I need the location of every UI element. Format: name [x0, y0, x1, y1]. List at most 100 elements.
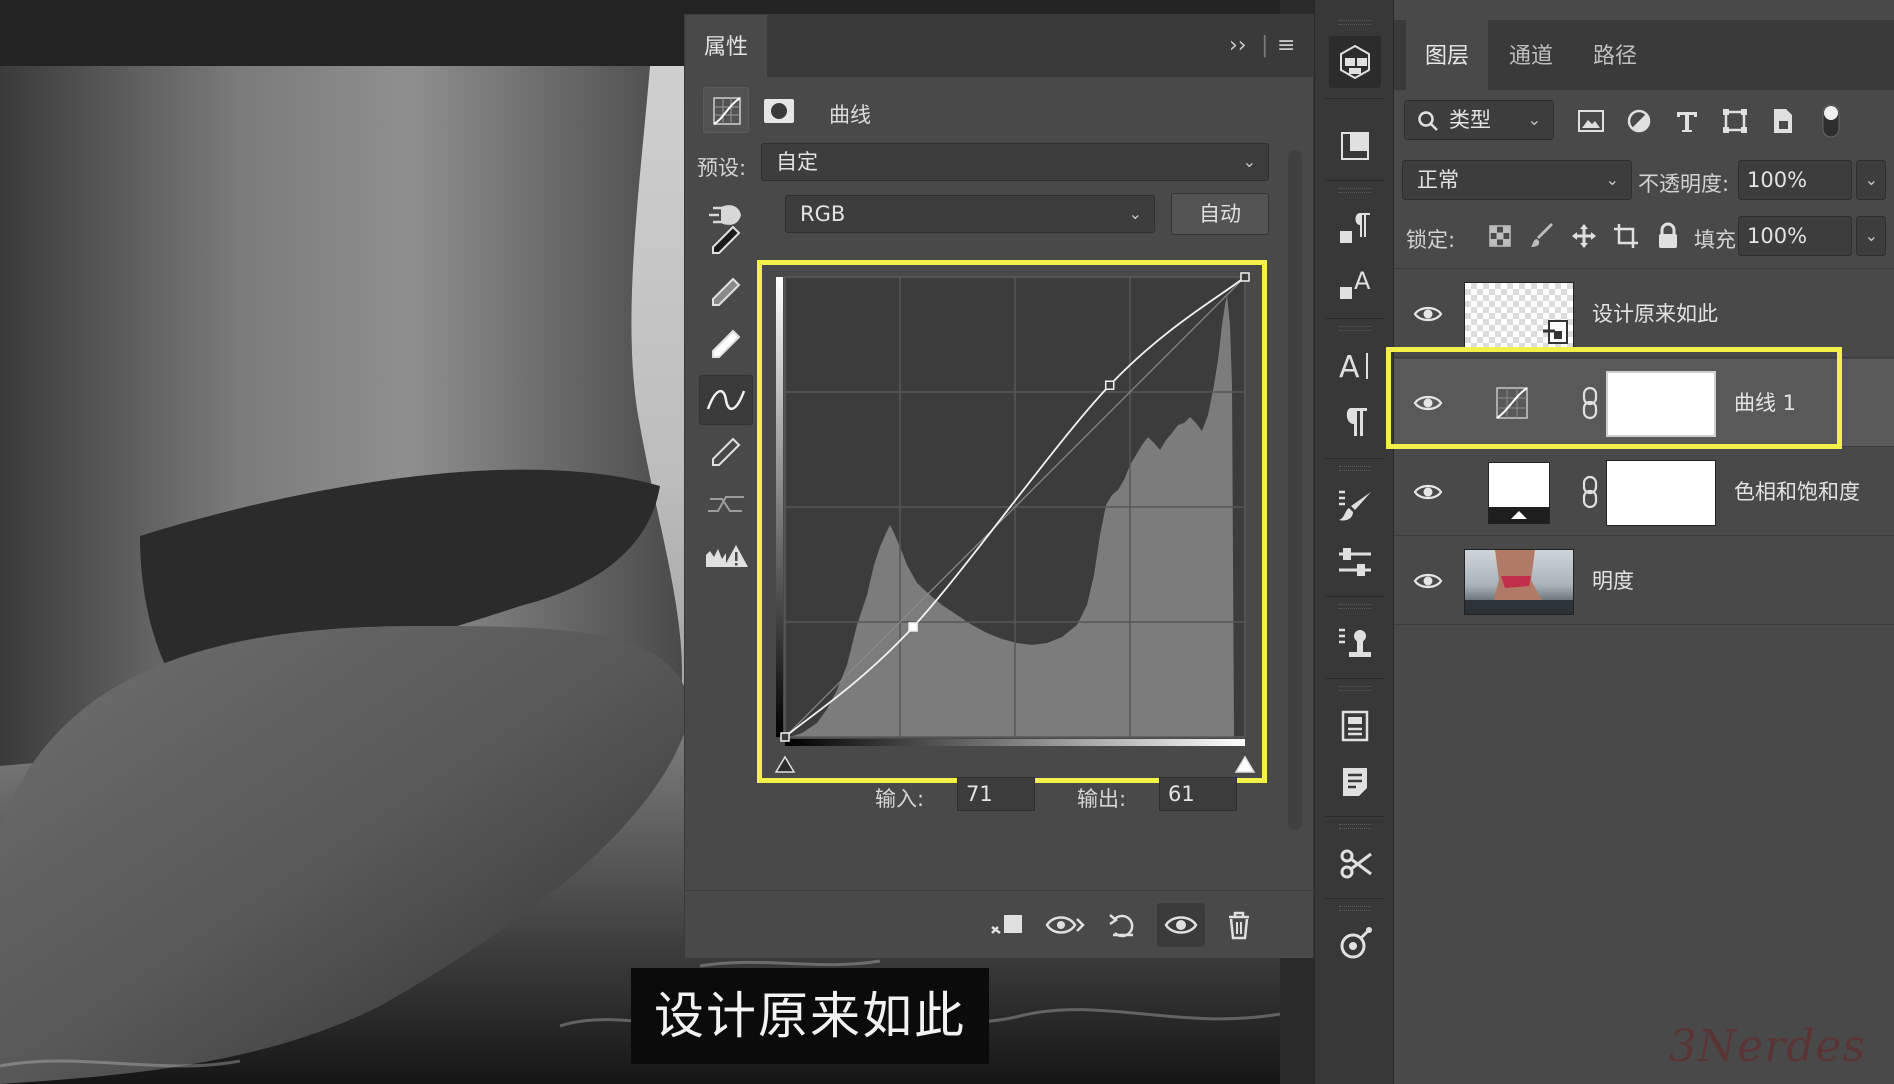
notes-icon[interactable]	[1329, 756, 1381, 808]
paragraph-panel-icon[interactable]	[1329, 396, 1381, 448]
dock-grip[interactable]	[1339, 686, 1371, 691]
3d-panel-icon[interactable]	[1329, 36, 1381, 88]
collapse-panel-button[interactable]: ››	[1229, 33, 1247, 58]
output-gradient-bar	[776, 277, 783, 737]
paths-component-icon[interactable]	[1329, 918, 1381, 970]
curve-control-point[interactable]	[908, 622, 918, 632]
output-field[interactable]: 61	[1159, 777, 1237, 811]
paragraph-style-icon[interactable]	[1329, 202, 1381, 254]
input-field[interactable]: 71	[957, 777, 1035, 811]
curve-point-tool-icon[interactable]	[699, 375, 753, 425]
filter-type-icon[interactable]	[1668, 100, 1706, 142]
character-style-icon[interactable]: A	[1329, 258, 1381, 310]
curve-control-point[interactable]	[780, 732, 790, 742]
chevron-down-icon: ⌄	[1864, 226, 1878, 245]
toggle-visibility-icon[interactable]	[1157, 903, 1205, 947]
opacity-field[interactable]: 100%	[1738, 160, 1852, 200]
view-previous-state-icon[interactable]	[1041, 903, 1089, 947]
link-chain-icon[interactable]	[1578, 474, 1602, 510]
filter-smart-object-icon[interactable]	[1764, 100, 1802, 142]
curve-control-point[interactable]	[1104, 380, 1115, 390]
eye-icon[interactable]	[1410, 296, 1446, 332]
panel-menu-button[interactable]: ≡	[1277, 33, 1295, 58]
opacity-dropdown[interactable]: ⌄	[1856, 160, 1886, 200]
output-label: 输出:	[1077, 787, 1127, 811]
layer-mask-icon[interactable]	[755, 87, 801, 133]
layer-name: 明度	[1592, 569, 1634, 593]
curve-control-point[interactable]	[1240, 272, 1250, 282]
dock-grip[interactable]	[1339, 466, 1371, 471]
fill-dropdown[interactable]: ⌄	[1856, 216, 1886, 256]
layer-filter-row: 类型 ⌄	[1394, 100, 1894, 144]
fill-field[interactable]: 100%	[1738, 216, 1852, 256]
clip-to-layer-icon[interactable]	[983, 903, 1031, 947]
tool-presets-icon[interactable]	[1329, 838, 1381, 890]
input-gradient-bar	[785, 739, 1245, 746]
layer-mask-thumbnail[interactable]	[1606, 460, 1716, 526]
pencil-draw-icon[interactable]	[699, 427, 753, 477]
lock-artboard-icon[interactable]	[1608, 216, 1644, 256]
auto-button[interactable]: 自动	[1171, 193, 1269, 235]
preset-label: 预设:	[697, 156, 747, 180]
tab-paths[interactable]: 路径	[1574, 20, 1656, 90]
black-point-eyedropper-icon[interactable]	[699, 215, 753, 265]
clipping-warning-icon[interactable]	[699, 531, 753, 581]
smooth-curve-icon[interactable]	[699, 479, 753, 529]
delete-icon[interactable]	[1215, 903, 1263, 947]
reset-icon[interactable]	[1099, 903, 1147, 947]
dock-grip[interactable]	[1339, 20, 1371, 25]
properties-scrollbar[interactable]	[1288, 150, 1302, 830]
lock-image-pixels-icon[interactable]	[1524, 216, 1560, 256]
filter-toggle-switch[interactable]	[1812, 100, 1850, 142]
character-panel-icon[interactable]: A	[1329, 340, 1381, 392]
layer-thumbnail	[1464, 282, 1574, 348]
white-point-eyedropper-icon[interactable]	[699, 319, 753, 369]
chevron-down-icon: ⌄	[1605, 170, 1619, 189]
brush-presets-icon[interactable]	[1329, 536, 1381, 588]
filter-shape-icon[interactable]	[1716, 100, 1754, 142]
filter-kind-select[interactable]: 类型 ⌄	[1404, 100, 1554, 140]
dock-grip[interactable]	[1339, 188, 1371, 193]
layers-divider	[1394, 268, 1894, 269]
curve-graph[interactable]	[762, 265, 1262, 778]
layer-name: 色相和饱和度	[1734, 480, 1860, 504]
filter-adjustment-icon[interactable]	[1620, 100, 1658, 142]
brush-settings-icon[interactable]	[1329, 480, 1381, 532]
gray-point-eyedropper-icon[interactable]	[699, 267, 753, 317]
info-panel-icon[interactable]	[1329, 700, 1381, 752]
white-point-slider[interactable]	[1234, 755, 1256, 773]
dock-grip[interactable]	[1339, 326, 1371, 331]
layer-row-text-smart[interactable]: 设计原来如此	[1394, 270, 1894, 358]
blend-mode-select[interactable]: 正常 ⌄	[1402, 160, 1632, 200]
toolbar-separator	[1325, 678, 1385, 679]
chevron-down-icon: ⌄	[1527, 110, 1541, 129]
layer-row-hue-saturation[interactable]: 色相和饱和度	[1394, 448, 1894, 536]
panel-dock-toolbar: A A	[1314, 0, 1394, 1084]
opacity-label: 不透明度:	[1638, 172, 1730, 196]
chevron-down-icon: ⌄	[1128, 204, 1142, 223]
layers-panel: 图层 通道 路径 类型 ⌄ 正常 ⌄ 不透明度: 100% ⌄ 锁定: 填充: …	[1394, 0, 1894, 1084]
adjustment-title: 曲线	[829, 103, 871, 127]
tab-channels[interactable]: 通道	[1490, 20, 1572, 90]
preset-select[interactable]: 自定 ⌄	[761, 143, 1269, 181]
lock-all-icon[interactable]	[1650, 216, 1686, 256]
toolbar-separator	[1325, 898, 1385, 899]
artboard-icon[interactable]	[1329, 120, 1381, 172]
filter-pixel-icon[interactable]	[1572, 100, 1610, 142]
toolbar-separator	[1325, 458, 1385, 459]
layer-row-photo[interactable]: 明度	[1394, 537, 1894, 625]
dock-grip[interactable]	[1339, 906, 1371, 911]
dock-grip[interactable]	[1339, 824, 1371, 829]
tab-layers[interactable]: 图层	[1406, 20, 1488, 90]
curves-adjustment-icon[interactable]	[703, 87, 749, 133]
clone-source-icon[interactable]	[1329, 618, 1381, 670]
svg-text:A: A	[1339, 350, 1360, 385]
lock-position-icon[interactable]	[1566, 216, 1602, 256]
tab-properties[interactable]: 属性	[685, 15, 767, 77]
black-point-slider[interactable]	[774, 755, 796, 773]
lock-transparent-pixels-icon[interactable]	[1482, 216, 1518, 256]
dock-grip[interactable]	[1339, 604, 1371, 609]
channel-select[interactable]: RGB ⌄	[785, 195, 1155, 233]
eye-icon[interactable]	[1410, 474, 1446, 510]
eye-icon[interactable]	[1410, 563, 1446, 599]
